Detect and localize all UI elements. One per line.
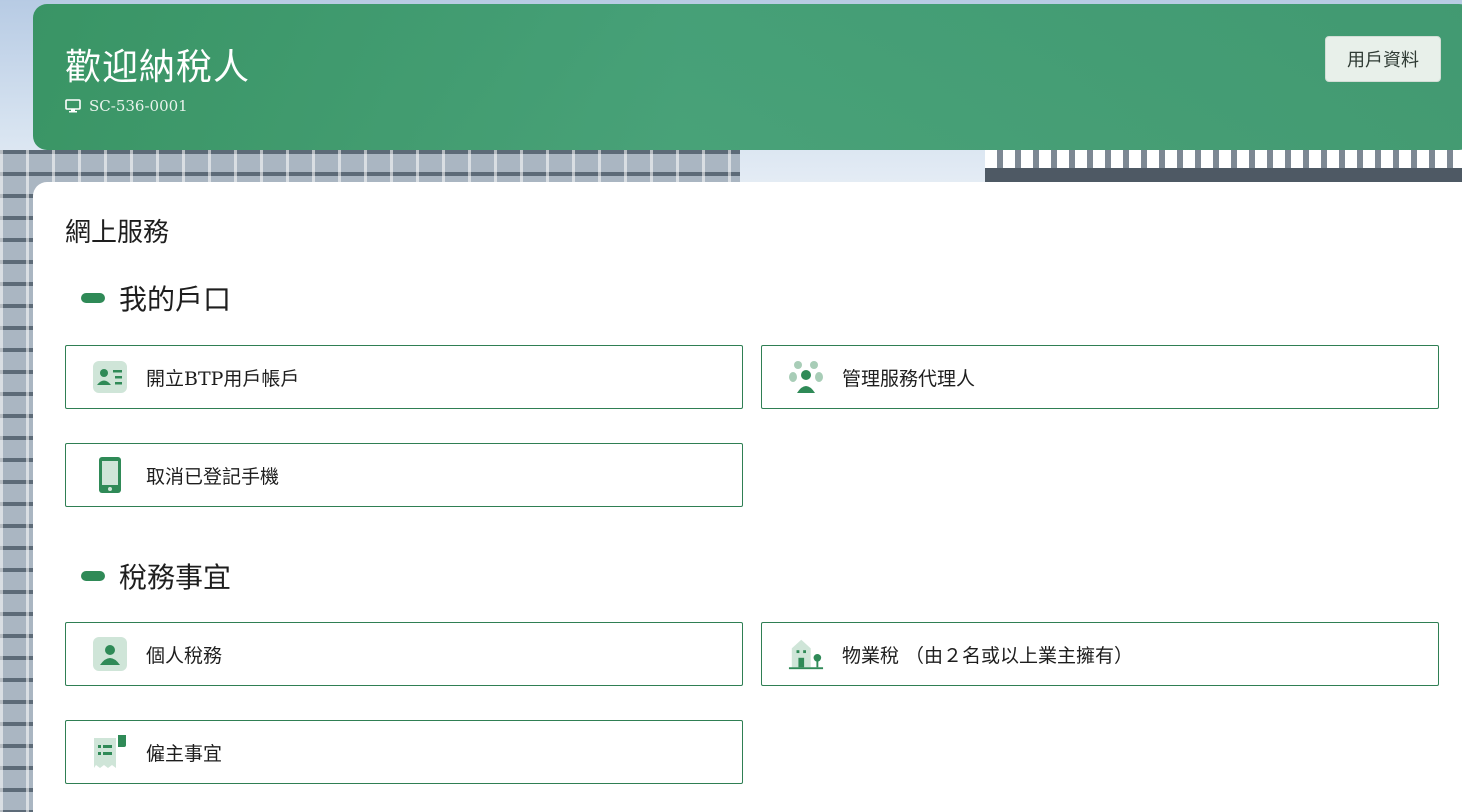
agents-icon (788, 359, 824, 395)
account-id-row: SC-536-0001 (65, 97, 188, 115)
individual-tax-card[interactable]: 個人稅務 (65, 622, 743, 686)
mobile-phone-icon (92, 457, 128, 493)
group-title-tax-matters: 稅務事宜 (81, 556, 231, 596)
profile-button[interactable]: 用戶資料 (1325, 36, 1441, 82)
card-label: 個人稅務 (146, 644, 223, 667)
group-marker (81, 571, 105, 581)
card-label: 物業稅 （由２名或以上業主擁有） (842, 644, 1134, 667)
card-label: 管理服務代理人 (842, 367, 976, 390)
id-card-icon (92, 359, 128, 395)
group-marker (81, 293, 105, 303)
welcome-header: 歡迎納稅人 SC-536-0001 用戶資料 (33, 4, 1462, 150)
page-title: 歡迎納稅人 (65, 47, 251, 88)
cancel-registered-mobile-card[interactable]: 取消已登記手機 (65, 443, 743, 507)
card-label: 僱主事宜 (146, 742, 223, 765)
card-label: 取消已登記手機 (146, 465, 280, 488)
employer-receipt-icon (92, 734, 128, 770)
property-icon (788, 636, 824, 672)
group-title-my-account: 我的戶口 (81, 278, 231, 318)
account-id: SC-536-0001 (89, 97, 188, 115)
property-tax-card[interactable]: 物業稅 （由２名或以上業主擁有） (761, 622, 1439, 686)
open-btp-account-card[interactable]: 開立BTP用戶帳戶 (65, 345, 743, 409)
online-services-panel: 網上服務 我的戶口 開立BTP用戶帳戶 管理服務代理人 取消已登記手機 稅務事宜… (33, 182, 1462, 812)
card-label: 開立BTP用戶帳戶 (146, 367, 300, 390)
monitor-icon (65, 99, 81, 113)
person-icon (92, 636, 128, 672)
section-title: 網上服務 (65, 218, 170, 248)
employer-matters-card[interactable]: 僱主事宜 (65, 720, 743, 784)
manage-agents-card[interactable]: 管理服務代理人 (761, 345, 1439, 409)
